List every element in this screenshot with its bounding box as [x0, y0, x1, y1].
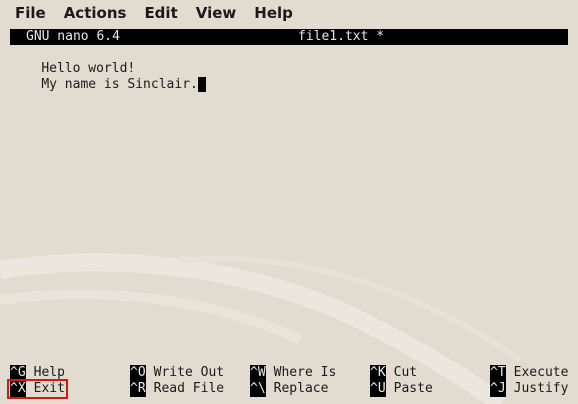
menu-view[interactable]: View [187, 0, 246, 27]
shortcut-exit[interactable]: ^X Exit [7, 379, 68, 399]
nano-filename: file1.txt * [298, 29, 385, 44]
shortcut-label: Justify [513, 381, 569, 396]
text-cursor [197, 77, 206, 92]
menu-file[interactable]: File [6, 0, 55, 27]
shortcut-label: Write Out [153, 365, 225, 380]
shortcut-key: ^W [250, 365, 266, 381]
shortcut-write-out[interactable]: ^O Write Out [130, 365, 224, 381]
shortcut-key: ^G [10, 365, 26, 381]
shortcut-key: ^K [370, 365, 386, 381]
shortcut-justify[interactable]: ^J Justify [490, 381, 568, 397]
shortcut-bar: ^G Help ^O Write Out ^W Where Is ^K Cut … [7, 365, 578, 399]
menubar: File Actions Edit View Help [0, 0, 578, 27]
shortcut-key: ^U [370, 381, 386, 397]
shortcut-label: Read File [153, 381, 225, 396]
shortcut-paste[interactable]: ^U Paste [370, 381, 433, 397]
shortcut-help[interactable]: ^G Help [10, 365, 65, 381]
terminal-view[interactable]: GNU nano 6.4 file1.txt * Hello world! My… [7, 29, 578, 404]
shortcut-where-is[interactable]: ^W Where Is [250, 365, 336, 381]
shortcut-label: Cut [393, 365, 418, 380]
shortcut-key: ^O [130, 365, 146, 381]
menu-edit[interactable]: Edit [135, 0, 186, 27]
shortcut-label: Paste [393, 381, 433, 396]
menu-help[interactable]: Help [245, 0, 302, 27]
shortcut-read-file[interactable]: ^R Read File [130, 381, 224, 397]
shortcut-label: Help [33, 365, 65, 380]
shortcut-label: Execute [513, 365, 569, 380]
shortcut-replace[interactable]: ^\ Replace [250, 381, 328, 397]
editor-line-text: My name is Sinclair. [41, 77, 198, 92]
shortcut-key: ^J [490, 381, 506, 397]
editor-line-2[interactable]: My name is Sinclair. [10, 61, 206, 109]
shortcut-execute[interactable]: ^T Execute [490, 365, 568, 381]
shortcut-key: ^X [10, 381, 26, 397]
shortcut-key: ^\ [250, 381, 266, 397]
shortcut-label: Replace [273, 381, 329, 396]
shortcut-key: ^R [130, 381, 146, 397]
nano-version: GNU nano 6.4 [26, 29, 120, 44]
shortcut-label: Exit [33, 381, 65, 396]
shortcut-cut[interactable]: ^K Cut [370, 365, 417, 381]
shortcut-key: ^T [490, 365, 506, 381]
nano-title-bar: GNU nano 6.4 file1.txt * [10, 29, 568, 45]
shortcut-label: Where Is [273, 365, 337, 380]
menu-actions[interactable]: Actions [55, 0, 136, 27]
